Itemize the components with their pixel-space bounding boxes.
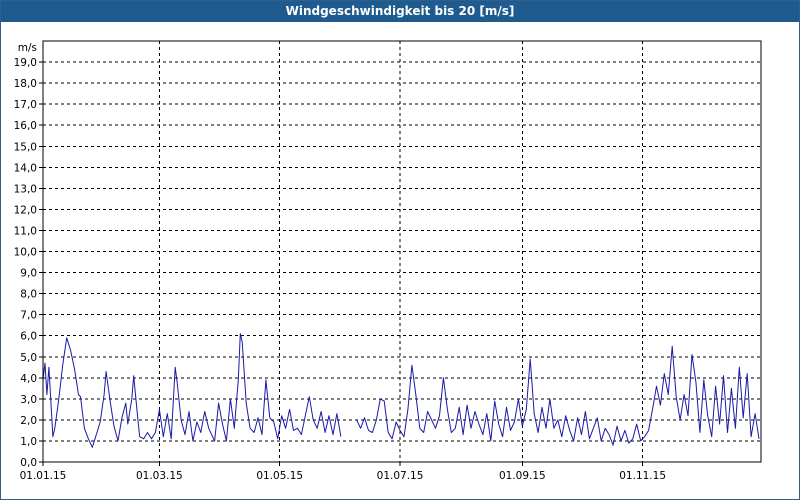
x-tick-label: 01.09.15 (499, 470, 546, 482)
y-tick-label: 13,0 (14, 183, 37, 195)
y-tick-label: 8,0 (20, 289, 37, 301)
y-tick-label: 2,0 (20, 415, 37, 427)
y-tick-label: 14,0 (14, 162, 37, 174)
y-tick-label: 3,0 (20, 394, 37, 406)
y-tick-label: 7,0 (20, 310, 37, 322)
x-tick-label: 01.03.15 (136, 470, 183, 482)
y-tick-label: 5,0 (20, 352, 37, 364)
y-tick-label: 6,0 (20, 331, 37, 343)
y-tick-label: 11,0 (14, 225, 37, 237)
y-tick-label: 9,0 (20, 268, 37, 280)
y-axis-unit-label: m/s (18, 42, 37, 54)
chart-window: Windgeschwindigkeit bis 20 [m/s] 0,0 1,0 2… (0, 0, 800, 500)
x-tick-label: 01.07.15 (377, 470, 424, 482)
y-tick-label: 19,0 (14, 57, 37, 69)
x-tick-label: 01.05.15 (256, 470, 303, 482)
y-tick-label: 1,0 (20, 436, 37, 448)
x-tick-label: 01.01.15 (20, 470, 67, 482)
y-tick-label: 10,0 (14, 247, 37, 259)
y-tick-label: 17,0 (14, 99, 37, 111)
y-tick-label: 4,0 (20, 373, 37, 385)
y-tick-label: 15,0 (14, 141, 37, 153)
wind-speed-chart: 0,0 1,0 2,0 3,0 4,0 5,0 6,0 7,0 8,0 9,0 10,0 11,0 12… (14, 40, 762, 482)
y-tick-label: 12,0 (14, 204, 37, 216)
y-tick-label: 18,0 (14, 78, 37, 90)
x-tick-label: 01.11.15 (619, 470, 666, 482)
y-tick-label: 0,0 (20, 457, 37, 469)
y-tick-label: 16,0 (14, 120, 37, 132)
plot-area (43, 41, 761, 462)
